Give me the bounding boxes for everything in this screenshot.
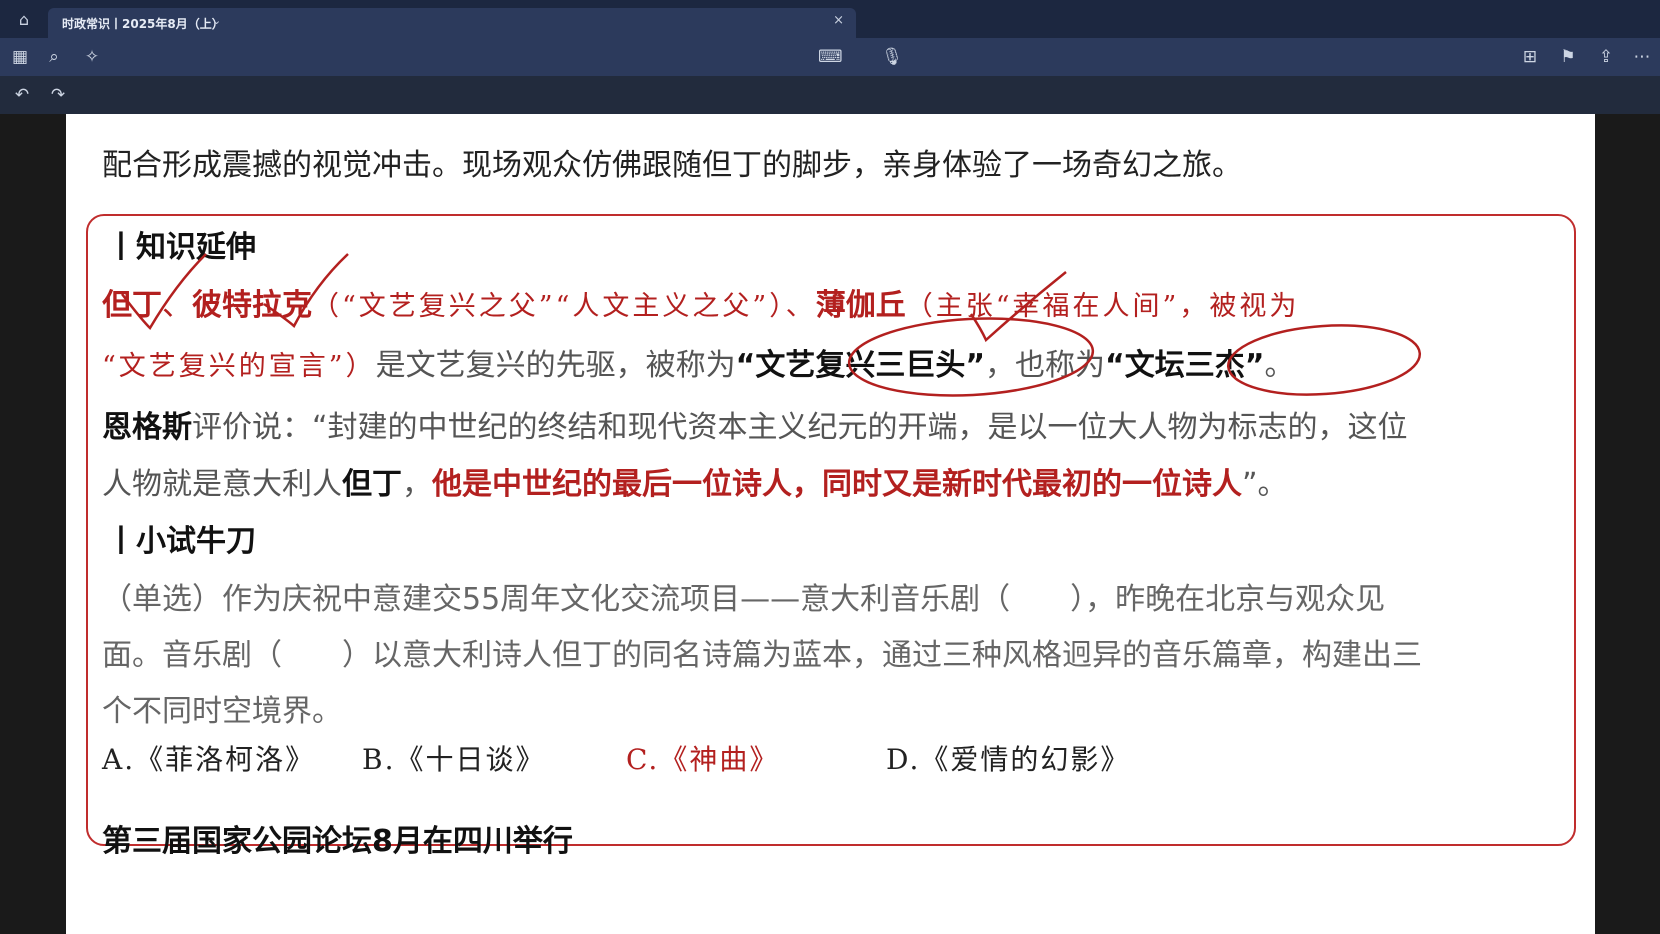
comma: ， — [402, 467, 432, 502]
three-masters-term: “文坛三杰” — [1105, 348, 1265, 383]
option-c-answer[interactable]: C.《神曲》 — [626, 738, 779, 778]
next-article-title: 第三届国家公园论坛8月在四川举行 — [102, 824, 573, 859]
name-engels: 恩格斯 — [102, 410, 192, 445]
italian-person-text: 人物就是意大利人 — [102, 467, 342, 502]
close-icon[interactable]: × — [833, 13, 844, 28]
extension-line-3: 恩格斯评价说：“封建的中世纪的终结和现代资本主义纪元的开端，是以一位大人物为标志… — [102, 402, 1408, 446]
period: 。 — [1264, 348, 1295, 383]
section-heading-extension: 丨知识延伸 — [106, 230, 256, 265]
document-tab[interactable]: 时政常识丨2025年8月（上） ⌄ × — [48, 8, 856, 38]
also-called-text: ，也称为 — [985, 348, 1106, 383]
option-a[interactable]: A.《菲洛柯洛》 — [102, 738, 315, 778]
question-line-3: 个不同时空境界。 — [102, 694, 342, 729]
redo-icon[interactable]: ↷ — [46, 84, 70, 106]
option-b[interactable]: B.《十日谈》 — [362, 738, 545, 778]
extension-line-4: 人物就是意大利人但丁，他是中世纪的最后一位诗人，同时又是新时代最初的一位诗人”。 — [102, 459, 1288, 503]
right-margin — [1595, 114, 1660, 934]
boccaccio-note: （主张“幸福在人间”，被视为 — [905, 291, 1300, 322]
magic-icon[interactable]: ✧ — [80, 46, 104, 68]
tab-bar: ⌂ 时政常识丨2025年8月（上） ⌄ × — [0, 0, 1660, 38]
option-d[interactable]: D.《爱情的幻影》 — [886, 738, 1130, 778]
microphone-icon[interactable]: 🎙 — [880, 46, 904, 68]
undo-icon[interactable]: ↶ — [10, 84, 34, 106]
extension-line-2: “文艺复兴的宣言”）是文艺复兴的先驱，被称为“文艺复兴三巨头”，也称为“文坛三杰… — [102, 340, 1294, 384]
more-icon[interactable]: ⋯ — [1630, 46, 1654, 68]
separator: 、 — [162, 288, 192, 323]
grid-icon[interactable]: ▦ — [8, 46, 32, 68]
share-icon[interactable]: ⇪ — [1594, 46, 1618, 68]
top-toolbar: ▦ ⌕ ✧ ✎ ⌨ 🎙 ⊞ ⚑ ⇪ ⋯ — [0, 38, 1660, 110]
keyboard-icon[interactable]: ⌨ — [818, 46, 843, 68]
name-petrarch: 彼特拉克 — [192, 288, 312, 323]
decameron-quote: “文艺复兴的宣言”） — [102, 351, 376, 382]
paragraph-line: 配合形成震撼的视觉冲击。现场观众仿佛跟随但丁的脚步，亲身体验了一场奇幻之旅。 — [102, 148, 1242, 183]
chevron-down-icon[interactable]: ⌄ — [212, 14, 221, 27]
document-page[interactable]: 配合形成震撼的视觉冲击。现场观众仿佛跟随但丁的脚步，亲身体验了一场奇幻之旅。 丨… — [66, 114, 1595, 934]
name-boccaccio: 薄伽丘 — [815, 288, 906, 323]
search-icon[interactable]: ⌕ — [42, 46, 66, 68]
name-dante-2: 但丁 — [342, 467, 402, 502]
add-page-icon[interactable]: ⊞ — [1518, 46, 1542, 68]
drawing-toolbar: ↶ ↷ ⬚ ✒ ✏ ⌫ 🖍 ◎ ⬡ ☺ ❐ ▣ T 📏 ✦ ◷ — [0, 76, 1660, 184]
question-line-2: 面。音乐剧（ ）以意大利诗人但丁的同名诗篇为蓝本，通过三种风格迥异的音乐篇章，构… — [102, 638, 1422, 673]
section-heading-practice: 丨小试牛刀 — [106, 524, 256, 559]
bookmark-icon[interactable]: ⚑ — [1556, 46, 1580, 68]
quote-end: ”。 — [1242, 467, 1288, 502]
tab-title: 时政常识丨2025年8月（上） — [62, 17, 224, 31]
name-dante: 但丁 — [102, 288, 162, 323]
engels-quote: 评价说：“封建的中世纪的终结和现代资本主义纪元的开端，是以一位大人物为标志的，这… — [192, 410, 1408, 445]
three-giants-term: “文艺复兴三巨头” — [735, 348, 986, 383]
home-icon[interactable]: ⌂ — [14, 10, 34, 30]
question-line-1: （单选）作为庆祝中意建交55周年文化交流项目——意大利音乐剧（ ），昨晚在北京与… — [102, 582, 1386, 617]
left-margin — [0, 114, 66, 934]
last-first-poet-text: 他是中世纪的最后一位诗人，同时又是新时代最初的一位诗人 — [432, 467, 1242, 502]
extension-line-1: 但丁、彼特拉克（“文艺复兴之父”“人文主义之父”）、薄伽丘（主张“幸福在人间”，… — [102, 280, 1299, 324]
